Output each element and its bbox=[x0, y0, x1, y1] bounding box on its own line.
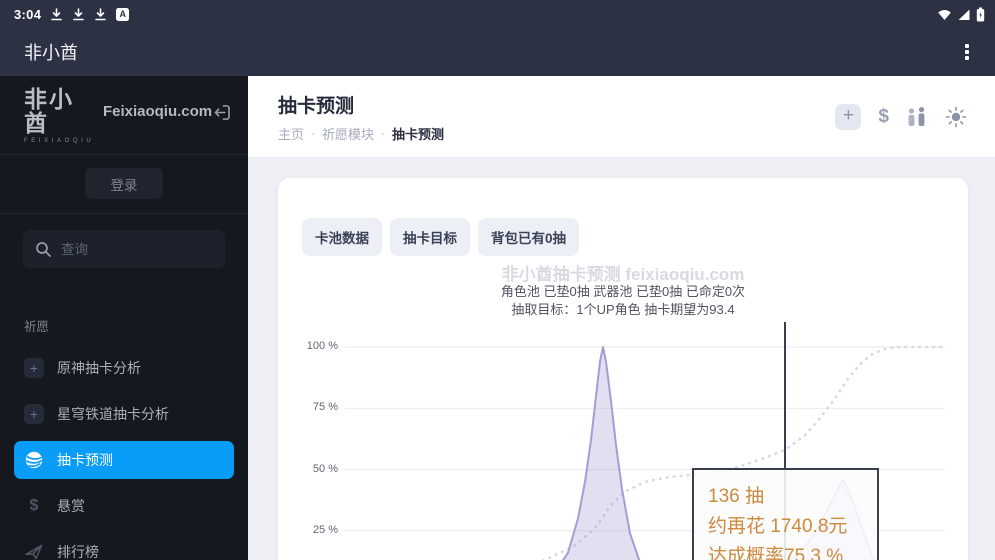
sidebar-item-starrail-analysis[interactable]: + 星穹铁道抽卡分析 bbox=[14, 395, 234, 433]
wifi-icon bbox=[938, 9, 951, 20]
sidebar-item-label: 原神抽卡分析 bbox=[57, 360, 141, 376]
plus-square-icon: + bbox=[24, 404, 44, 424]
sun-icon[interactable] bbox=[945, 106, 967, 128]
download-icon bbox=[95, 7, 107, 20]
divider bbox=[0, 154, 248, 155]
ball-icon bbox=[25, 451, 43, 469]
pool-summary-line2: 抽取目标：1个UP角色 抽卡期望为93.4 bbox=[511, 302, 735, 317]
sidebar-item-label: 悬赏 bbox=[57, 498, 85, 514]
prediction-card: 卡池数据 抽卡目标 背包已有0抽 非小酋抽卡预测 feixiaoqiu.com … bbox=[278, 178, 968, 560]
pill-buttons: 卡池数据 抽卡目标 背包已有0抽 bbox=[302, 218, 968, 256]
breadcrumb-home[interactable]: 主页 bbox=[278, 124, 304, 143]
sidebar-item-label: 星穹铁道抽卡分析 bbox=[57, 406, 169, 422]
logo-text: 非小酋 bbox=[24, 85, 74, 136]
search-box[interactable] bbox=[23, 230, 225, 268]
sidebar: 非小酋 FEIXIAOQIU Feixiaoqiu.com 登录 祈愿 + 原神… bbox=[0, 76, 248, 560]
app-bar: 非小酋 bbox=[0, 28, 995, 76]
breadcrumb-separator: - bbox=[381, 126, 386, 140]
pool-summary-line1: 角色池 已垫0抽 武器池 已垫0抽 已命定0次 bbox=[500, 284, 746, 299]
tooltip-cost: 约再花 1740.8元 bbox=[708, 516, 848, 537]
overflow-menu-icon[interactable] bbox=[955, 40, 979, 64]
breadcrumb-module[interactable]: 祈愿模块 bbox=[322, 124, 374, 143]
sidebar-item-pull-prediction[interactable]: 抽卡预测 bbox=[14, 441, 234, 479]
dollar-icon: $ bbox=[29, 497, 39, 514]
screen: 3:04 A 非小酋 非小酋 FEIXIAOQIU Feixiaoqiu.com… bbox=[0, 0, 995, 560]
sidebar-item-bounty[interactable]: $ 悬赏 bbox=[14, 487, 234, 525]
watermark: 非小酋抽卡预测 feixiaoqiu.com bbox=[501, 265, 745, 284]
breadcrumb-separator: - bbox=[311, 126, 316, 140]
header-actions: + $ bbox=[835, 103, 967, 130]
page-header: 抽卡预测 主页 - 祈愿模块 - 抽卡预测 + $ bbox=[248, 76, 995, 157]
login-button[interactable]: 登录 bbox=[85, 168, 163, 199]
plus-icon[interactable]: + bbox=[835, 103, 862, 130]
tooltip-probability: 达成概率75.3 % bbox=[708, 546, 844, 560]
pool-summary: 角色池 已垫0抽 武器池 已垫0抽 已命定0次 抽取目标：1个UP角色 抽卡期望… bbox=[278, 283, 968, 319]
breadcrumb-current: 抽卡预测 bbox=[392, 126, 445, 142]
probability-chart[interactable]: 100 % 75 % 50 % 25 % 136 抽 约再花 1740.8元 达… bbox=[300, 322, 950, 560]
tooltip-pulls: 136 抽 bbox=[708, 486, 764, 507]
chart-tooltip: 136 抽 约再花 1740.8元 达成概率75.3 % bbox=[692, 468, 879, 560]
download-icon bbox=[73, 7, 85, 20]
sidebar-logo: 非小酋 FEIXIAOQIU Feixiaoqiu.com bbox=[0, 76, 248, 154]
battery-icon bbox=[976, 7, 985, 21]
clock: 3:04 bbox=[14, 6, 42, 22]
divider bbox=[0, 213, 248, 214]
signal-icon bbox=[958, 9, 970, 20]
logo-subtext: FEIXIAOQIU bbox=[24, 137, 95, 144]
main-content: 抽卡预测 主页 - 祈愿模块 - 抽卡预测 + $ 卡池数据 抽卡目标 背包已有… bbox=[248, 76, 995, 560]
sidebar-item-label: 排行榜 bbox=[57, 544, 99, 560]
collapse-sidebar-icon[interactable] bbox=[212, 102, 232, 123]
pool-data-button[interactable]: 卡池数据 bbox=[302, 218, 382, 256]
inventory-pulls-button[interactable]: 背包已有0抽 bbox=[478, 218, 580, 256]
sidebar-item-label: 抽卡预测 bbox=[57, 452, 113, 468]
app-title: 非小酋 bbox=[24, 43, 78, 63]
ranking-icon[interactable] bbox=[906, 106, 928, 128]
search-icon bbox=[36, 241, 51, 257]
breadcrumb: 主页 - 祈愿模块 - 抽卡预测 bbox=[278, 124, 444, 143]
dollar-icon[interactable]: $ bbox=[878, 106, 889, 128]
status-bar: 3:04 A bbox=[0, 0, 995, 28]
sidebar-item-ranking[interactable]: 排行榜 bbox=[14, 533, 234, 560]
logo-domain: Feixiaoqiu.com bbox=[102, 102, 213, 120]
download-icon bbox=[51, 7, 63, 20]
letter-a-badge-icon: A bbox=[116, 7, 130, 21]
paper-plane-icon bbox=[25, 544, 43, 560]
search-input[interactable] bbox=[61, 241, 201, 257]
pull-target-button[interactable]: 抽卡目标 bbox=[390, 218, 470, 256]
plus-square-icon: + bbox=[24, 358, 44, 378]
page-title: 抽卡预测 bbox=[278, 95, 355, 117]
nav-section-label: 祈愿 bbox=[24, 320, 50, 334]
sidebar-item-genshin-analysis[interactable]: + 原神抽卡分析 bbox=[14, 349, 234, 387]
